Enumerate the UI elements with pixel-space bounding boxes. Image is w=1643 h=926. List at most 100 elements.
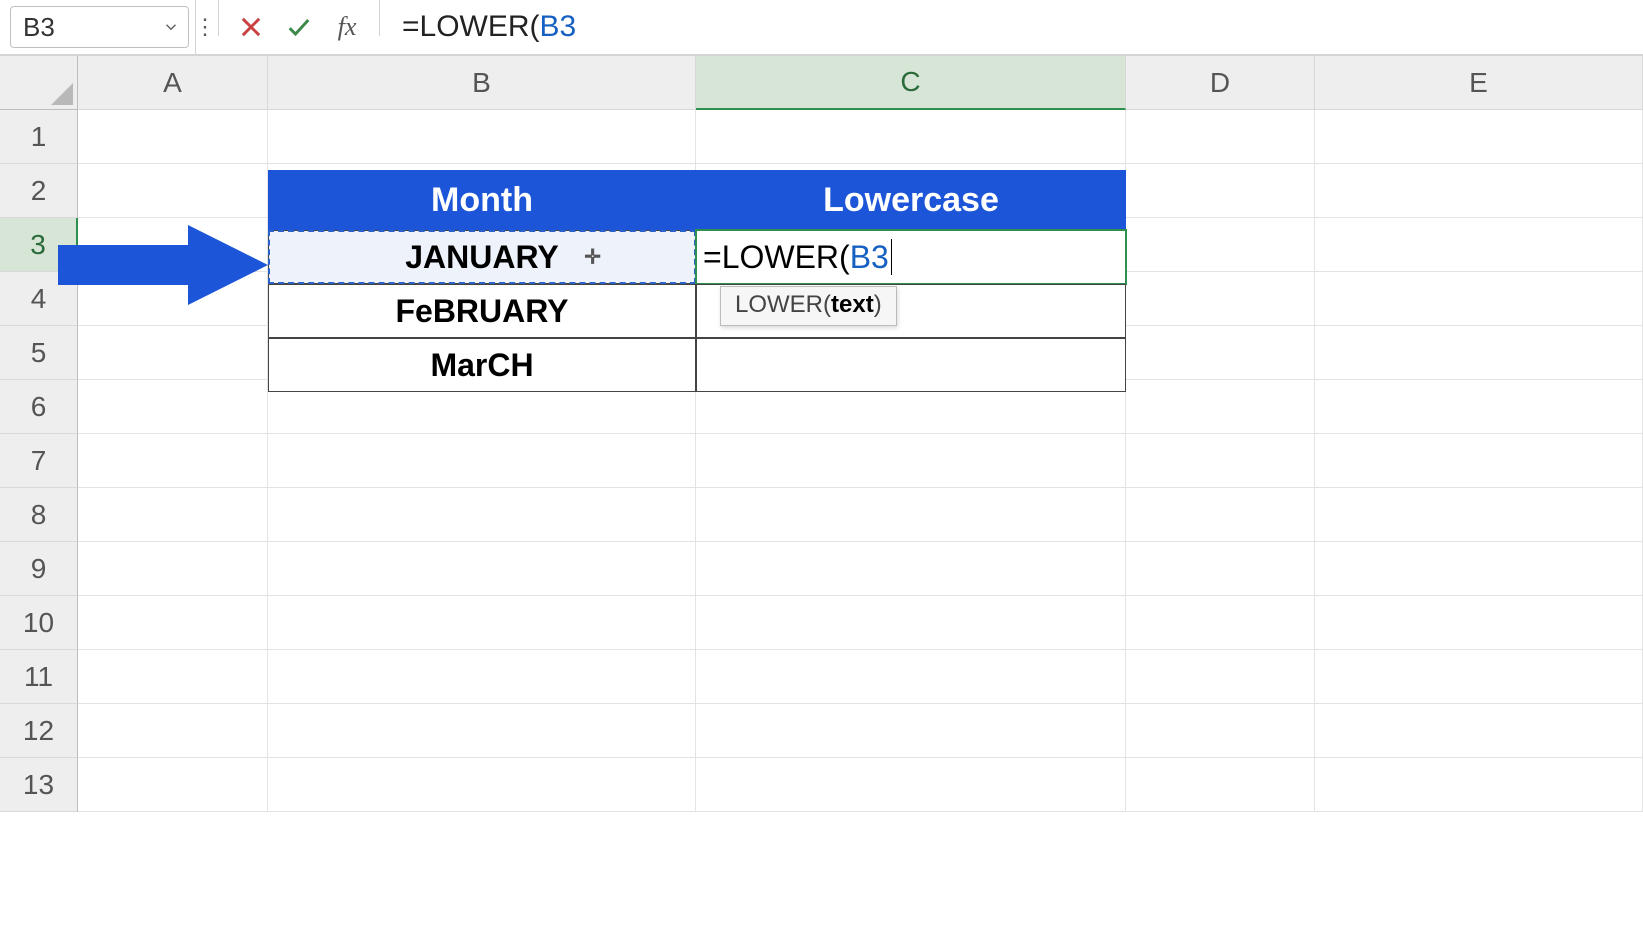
cell[interactable]: [696, 596, 1126, 650]
cell[interactable]: [1315, 488, 1643, 542]
cell[interactable]: [268, 110, 696, 164]
cell[interactable]: [78, 218, 268, 272]
cell[interactable]: [78, 164, 268, 218]
cell[interactable]: [1126, 704, 1315, 758]
row-header-7[interactable]: 7: [0, 434, 78, 488]
cell[interactable]: [78, 542, 268, 596]
row-header-2[interactable]: 2: [0, 164, 78, 218]
cell-cursor-icon: ✛: [584, 245, 601, 270]
divider: [379, 0, 380, 36]
row-header-10[interactable]: 10: [0, 596, 78, 650]
cell[interactable]: [1126, 542, 1315, 596]
cell[interactable]: [696, 110, 1126, 164]
row-header-12[interactable]: 12: [0, 704, 78, 758]
col-header-D[interactable]: D: [1126, 56, 1315, 110]
function-tooltip[interactable]: LOWER(text): [720, 286, 897, 326]
cell[interactable]: [1126, 650, 1315, 704]
cell[interactable]: [1315, 650, 1643, 704]
cell[interactable]: [1126, 758, 1315, 812]
enter-button[interactable]: [277, 5, 321, 49]
row-header-3[interactable]: 3: [0, 218, 78, 272]
row-header-4[interactable]: 4: [0, 272, 78, 326]
col-header-C[interactable]: C: [696, 56, 1126, 110]
cell[interactable]: [78, 272, 268, 326]
cell[interactable]: [1315, 272, 1643, 326]
cell[interactable]: [1126, 380, 1315, 434]
cell[interactable]: [268, 542, 696, 596]
cell[interactable]: [1126, 272, 1315, 326]
row-header-6[interactable]: 6: [0, 380, 78, 434]
divider: [218, 0, 219, 36]
cell[interactable]: [78, 650, 268, 704]
row-header-9[interactable]: 9: [0, 542, 78, 596]
cell[interactable]: [1315, 704, 1643, 758]
row-header-5[interactable]: 5: [0, 326, 78, 380]
cell[interactable]: [268, 704, 696, 758]
col-header-B[interactable]: B: [268, 56, 696, 110]
cell[interactable]: [78, 380, 268, 434]
cell-C3[interactable]: =LOWER(B3: [696, 230, 1126, 284]
chevron-down-icon[interactable]: [162, 12, 180, 43]
cell[interactable]: [78, 758, 268, 812]
cell[interactable]: [696, 758, 1126, 812]
cell[interactable]: [78, 488, 268, 542]
insert-function-button[interactable]: fx: [325, 5, 369, 49]
cell[interactable]: [696, 434, 1126, 488]
col-header-E[interactable]: E: [1315, 56, 1643, 110]
cell[interactable]: [268, 650, 696, 704]
cell[interactable]: [268, 596, 696, 650]
kebab-icon[interactable]: ⋮: [196, 0, 214, 54]
cell[interactable]: [268, 758, 696, 812]
cell[interactable]: [268, 488, 696, 542]
formula-ref: B3: [540, 10, 577, 44]
row-header-8[interactable]: 8: [0, 488, 78, 542]
cell-B3[interactable]: JANUARY ✛: [268, 230, 696, 284]
cell-B4-value: FeBRUARY: [395, 293, 568, 330]
table-header-month[interactable]: Month: [268, 170, 696, 230]
cell-C5[interactable]: [696, 338, 1126, 392]
cell[interactable]: [1315, 326, 1643, 380]
cell-B3-value: JANUARY: [405, 239, 559, 276]
cell-B4[interactable]: FeBRUARY: [268, 284, 696, 338]
cell[interactable]: [1126, 488, 1315, 542]
formula-input[interactable]: =LOWER(B3: [384, 0, 1643, 54]
cell[interactable]: [696, 704, 1126, 758]
formula-bar: B3 ⋮ fx =LOWER(B3: [0, 0, 1643, 56]
cell[interactable]: [1126, 326, 1315, 380]
cell[interactable]: [696, 542, 1126, 596]
cell-B5[interactable]: MarCH: [268, 338, 696, 392]
table-header-lowercase[interactable]: Lowercase: [696, 170, 1126, 230]
cell[interactable]: [1315, 110, 1643, 164]
text-caret: [891, 239, 892, 275]
row-header-1[interactable]: 1: [0, 110, 78, 164]
cell[interactable]: [1315, 164, 1643, 218]
cell[interactable]: [1315, 218, 1643, 272]
data-table-overlay: Month Lowercase JANUARY ✛ =LOWER(B3 FeBR…: [268, 170, 1126, 392]
col-header-A[interactable]: A: [78, 56, 268, 110]
tooltip-arg: text: [831, 291, 874, 318]
cell[interactable]: [1126, 218, 1315, 272]
cell[interactable]: [268, 434, 696, 488]
cell[interactable]: [1315, 434, 1643, 488]
row-header-13[interactable]: 13: [0, 758, 78, 812]
name-box[interactable]: B3: [10, 6, 189, 48]
cell[interactable]: [696, 488, 1126, 542]
formula-bar-buttons: fx: [223, 0, 375, 54]
cell[interactable]: [1126, 434, 1315, 488]
cell[interactable]: [78, 110, 268, 164]
cell[interactable]: [1315, 542, 1643, 596]
cell[interactable]: [78, 596, 268, 650]
row-header-11[interactable]: 11: [0, 650, 78, 704]
cell[interactable]: [696, 650, 1126, 704]
cell[interactable]: [78, 704, 268, 758]
cell[interactable]: [1315, 596, 1643, 650]
cell[interactable]: [1315, 758, 1643, 812]
cell[interactable]: [1126, 596, 1315, 650]
cell[interactable]: [1126, 110, 1315, 164]
select-all-corner[interactable]: [0, 56, 78, 110]
cell[interactable]: [1315, 380, 1643, 434]
cell[interactable]: [1126, 164, 1315, 218]
cancel-button[interactable]: [229, 5, 273, 49]
cell[interactable]: [78, 434, 268, 488]
cell[interactable]: [78, 326, 268, 380]
